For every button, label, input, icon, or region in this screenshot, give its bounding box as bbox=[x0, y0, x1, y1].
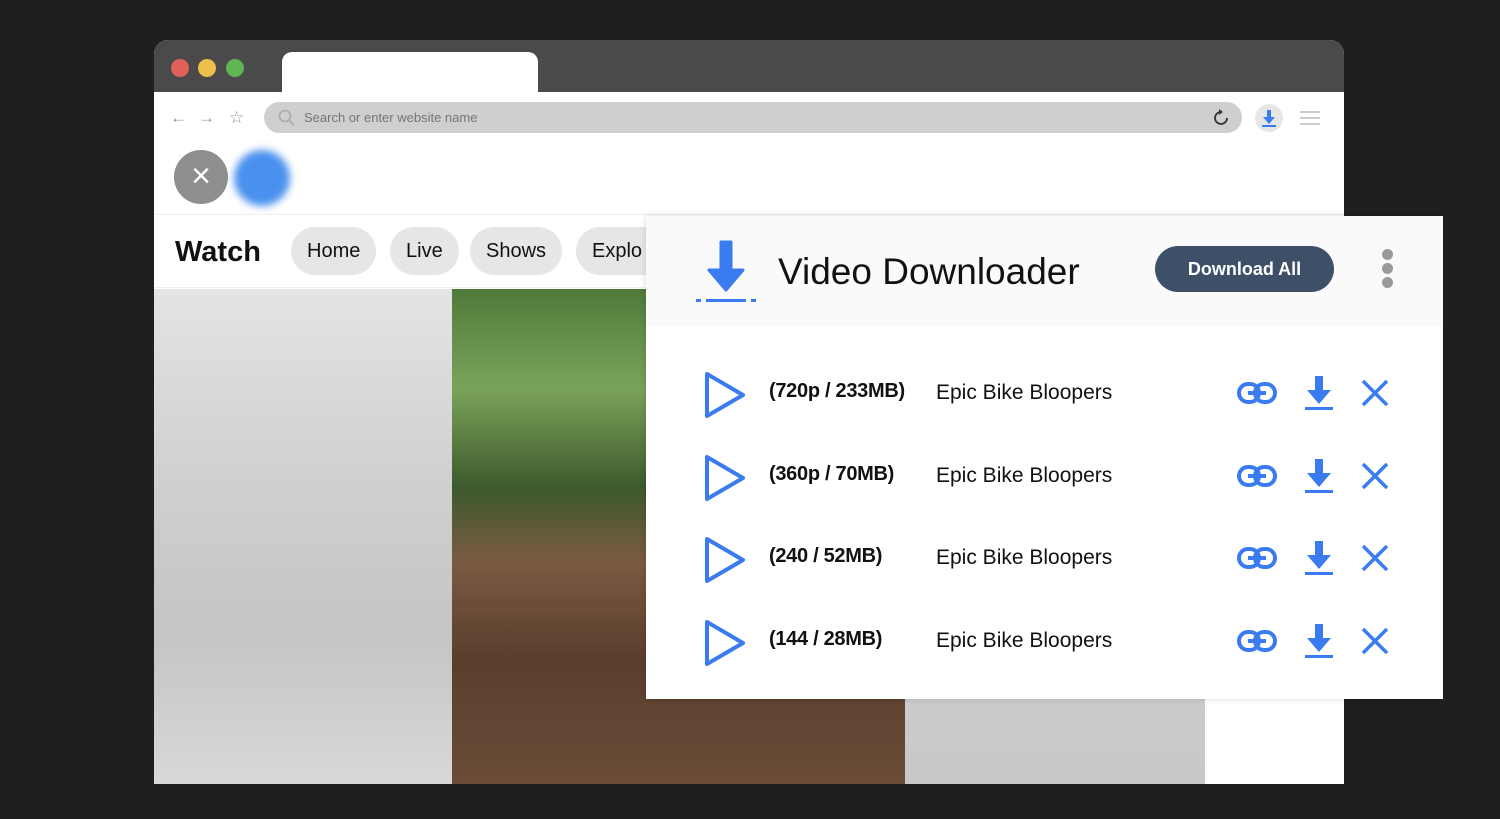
video-title: Epic Bike Bloopers bbox=[936, 629, 1113, 652]
back-arrow-icon[interactable]: ← bbox=[170, 108, 187, 128]
forward-arrow-icon[interactable]: → bbox=[198, 108, 215, 128]
search-icon bbox=[278, 109, 295, 126]
download-icon[interactable] bbox=[1302, 622, 1336, 662]
video-quality: (240 / 52MB) bbox=[769, 545, 883, 567]
download-icon[interactable] bbox=[1302, 374, 1336, 414]
video-downloader-panel: Video Downloader Download All (720p / 23… bbox=[646, 216, 1443, 699]
copy-link-icon[interactable] bbox=[1236, 380, 1278, 406]
minimize-window-button[interactable] bbox=[198, 59, 216, 77]
play-icon[interactable] bbox=[702, 618, 748, 668]
video-quality: (720p / 233MB) bbox=[769, 380, 905, 402]
play-icon[interactable] bbox=[702, 535, 748, 585]
tab-live[interactable]: Live bbox=[390, 227, 459, 275]
copy-link-icon[interactable] bbox=[1236, 628, 1278, 654]
video-quality: (144 / 28MB) bbox=[769, 628, 883, 650]
video-title: Epic Bike Bloopers bbox=[936, 546, 1113, 569]
menu-icon[interactable] bbox=[1300, 110, 1322, 126]
video-list-item: (144 / 28MB) Epic Bike Bloopers bbox=[646, 612, 1443, 672]
remove-icon[interactable] bbox=[1360, 378, 1390, 408]
maximize-window-button[interactable] bbox=[226, 59, 244, 77]
download-extension-icon[interactable] bbox=[1254, 103, 1284, 133]
more-options-icon[interactable] bbox=[1382, 249, 1394, 291]
remove-icon[interactable] bbox=[1360, 543, 1390, 573]
close-window-button[interactable] bbox=[171, 59, 189, 77]
video-list-item: (240 / 52MB) Epic Bike Bloopers bbox=[646, 529, 1443, 589]
browser-tab[interactable] bbox=[282, 52, 538, 94]
address-bar[interactable] bbox=[264, 102, 1242, 133]
play-icon[interactable] bbox=[702, 370, 748, 420]
download-all-button[interactable]: Download All bbox=[1155, 246, 1334, 292]
download-icon[interactable] bbox=[1302, 457, 1336, 497]
close-icon[interactable]: × bbox=[174, 150, 228, 204]
play-icon[interactable] bbox=[702, 453, 748, 503]
download-logo-icon bbox=[696, 240, 756, 302]
video-title: Epic Bike Bloopers bbox=[936, 381, 1113, 404]
star-icon[interactable]: ☆ bbox=[229, 108, 244, 128]
download-icon[interactable] bbox=[1302, 539, 1336, 579]
panel-title: Video Downloader bbox=[778, 251, 1080, 292]
tab-home[interactable]: Home bbox=[291, 227, 377, 275]
facebook-logo-icon bbox=[234, 150, 290, 206]
remove-icon[interactable] bbox=[1360, 461, 1390, 491]
copy-link-icon[interactable] bbox=[1236, 545, 1278, 571]
page-title: Watch bbox=[175, 236, 261, 268]
video-list-item: (360p / 70MB) Epic Bike Bloopers bbox=[646, 447, 1443, 507]
video-title: Epic Bike Bloopers bbox=[936, 464, 1113, 487]
remove-icon[interactable] bbox=[1360, 626, 1390, 656]
tab-shows[interactable]: Shows bbox=[470, 227, 563, 275]
copy-link-icon[interactable] bbox=[1236, 463, 1278, 489]
address-input[interactable] bbox=[304, 102, 1184, 133]
blurred-video-thumbnail bbox=[154, 289, 452, 784]
video-quality: (360p / 70MB) bbox=[769, 463, 895, 485]
reload-icon[interactable] bbox=[1212, 109, 1230, 127]
video-list-item: (720p / 233MB) Epic Bike Bloopers bbox=[646, 364, 1443, 424]
